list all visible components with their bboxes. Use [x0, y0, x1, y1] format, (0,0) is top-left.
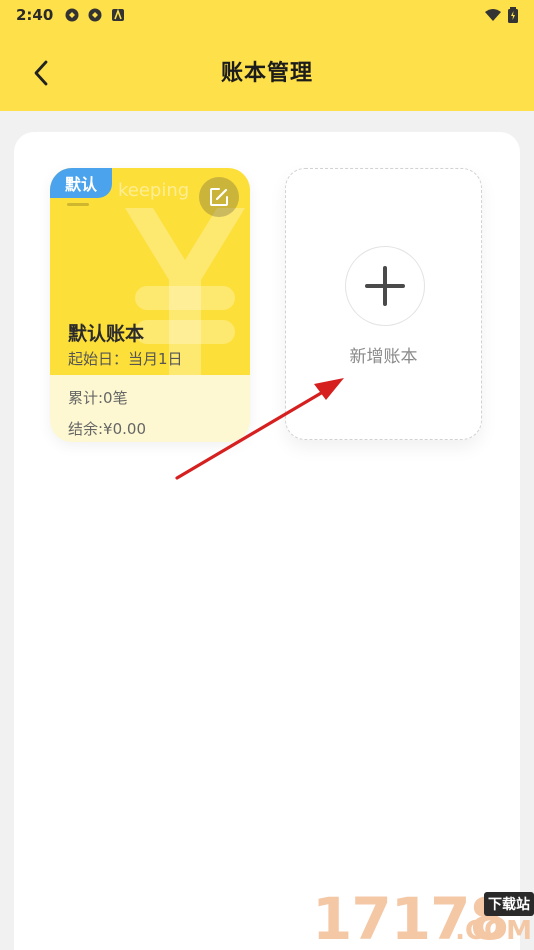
- plus-icon: [365, 266, 405, 306]
- notification-icon: [88, 8, 102, 22]
- page-title: 账本管理: [220, 60, 313, 86]
- book-watermark-text: keeping: [118, 180, 190, 201]
- book-card-header: keeping 默认 默认账本 起始日：当月1日: [50, 168, 250, 375]
- book-record-count: 累计:0笔: [68, 389, 128, 407]
- book-start-day: 起始日：当月1日: [68, 350, 183, 368]
- status-bar: 2:40: [0, 0, 534, 30]
- notification-icon: [65, 8, 79, 22]
- book-name: 默认账本: [68, 323, 145, 345]
- status-time: 2:40: [16, 6, 54, 24]
- status-right-icons: [484, 7, 518, 23]
- app-icon: [112, 8, 125, 21]
- watermark-tag: 下载站: [484, 892, 534, 916]
- back-button[interactable]: [26, 58, 56, 88]
- book-card-default[interactable]: keeping 默认 默认账本 起始日：当月1日 累计:0笔 结余:¥0.00: [50, 168, 250, 442]
- add-book-label: 新增账本: [349, 347, 418, 367]
- badge-underline: [67, 203, 89, 206]
- default-badge: 默认: [50, 168, 112, 198]
- add-book-button[interactable]: [345, 246, 425, 326]
- site-watermark: 17178 下载站 .COM: [312, 888, 534, 950]
- wifi-icon: [485, 9, 501, 21]
- edit-book-button[interactable]: [199, 177, 239, 217]
- app-header: 账本管理: [0, 30, 534, 111]
- add-book-card[interactable]: 新增账本: [285, 168, 482, 440]
- chevron-left-icon: [34, 60, 48, 86]
- watermark-suffix: .COM: [455, 916, 532, 946]
- battery-icon: [508, 7, 518, 23]
- edit-icon: [210, 188, 228, 206]
- book-balance: 结余:¥0.00: [68, 420, 146, 438]
